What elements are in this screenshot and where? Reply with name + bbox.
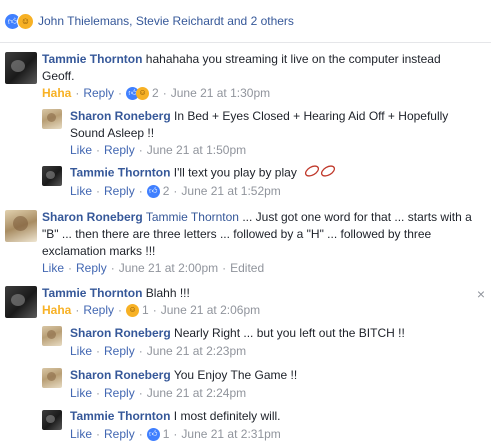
- like-icon[interactable]: 👍︎: [146, 427, 160, 441]
- reaction-count[interactable]: 1: [142, 303, 149, 317]
- avatar[interactable]: [42, 326, 62, 346]
- comment-body: Sharon Roneberg You Enjoy The Game !!: [70, 367, 470, 384]
- comment-body: Sharon Roneberg Tammie Thornton ... Just…: [42, 209, 482, 260]
- haha-icon[interactable]: ☺: [136, 86, 150, 100]
- separator: ·: [96, 344, 101, 358]
- like-button[interactable]: Like: [70, 344, 92, 358]
- comment-body: Tammie Thornton Blahh !!!: [42, 285, 462, 302]
- comment-actions: Like · Reply · June 21 at 2:23pm: [70, 344, 246, 358]
- timestamp[interactable]: June 21 at 1:30pm: [171, 86, 270, 100]
- separator: ·: [118, 303, 123, 317]
- haha-icon: ☺: [17, 12, 34, 30]
- reply-button[interactable]: Reply: [76, 261, 107, 275]
- avatar[interactable]: [42, 410, 62, 430]
- comment-author[interactable]: Tammie Thornton: [42, 286, 142, 300]
- comment-text: Blahh !!!: [145, 286, 190, 300]
- separator: ·: [96, 184, 101, 198]
- comment-body: Tammie Thornton I most definitely will.: [70, 408, 470, 425]
- separator: ·: [138, 143, 143, 157]
- separator: ·: [75, 86, 80, 100]
- comment-author[interactable]: Sharon Roneberg: [70, 326, 171, 340]
- comment-body: Sharon Roneberg Nearly Right ... but you…: [70, 325, 470, 342]
- separator: ·: [222, 261, 227, 275]
- timestamp[interactable]: June 21 at 1:52pm: [181, 184, 280, 198]
- comment-text: I most definitely will.: [173, 409, 281, 423]
- comment-actions: Like · Reply · June 21 at 2:00pm · Edite…: [42, 261, 264, 275]
- avatar[interactable]: [5, 286, 37, 318]
- comment-author[interactable]: Sharon Roneberg: [70, 109, 171, 123]
- reaction-icons: 👍︎ ☺: [4, 12, 34, 30]
- comment-author[interactable]: Tammie Thornton: [70, 409, 170, 423]
- reaction-count[interactable]: 2: [163, 184, 170, 198]
- separator: ·: [173, 427, 178, 441]
- reaction-count[interactable]: 1: [163, 427, 170, 441]
- comment-actions: Like · Reply · June 21 at 2:24pm: [70, 386, 246, 400]
- like-button[interactable]: Like: [42, 261, 64, 275]
- comment-text: Nearly Right ... but you left out the BI…: [174, 326, 405, 340]
- separator: ·: [138, 344, 143, 358]
- avatar[interactable]: [42, 166, 62, 186]
- like-button[interactable]: Like: [70, 386, 92, 400]
- reply-button[interactable]: Reply: [104, 184, 135, 198]
- timestamp[interactable]: June 21 at 1:50pm: [147, 143, 246, 157]
- separator: ·: [96, 386, 101, 400]
- separator: ·: [138, 386, 143, 400]
- comment-actions: Like · Reply · 👍︎ 2 · June 21 at 1:52pm: [70, 184, 281, 198]
- like-button[interactable]: Like: [70, 143, 92, 157]
- comment-author[interactable]: Tammie Thornton: [42, 52, 142, 66]
- comment-body: Tammie Thornton hahahaha you streaming i…: [42, 51, 472, 85]
- reply-button[interactable]: Reply: [104, 386, 135, 400]
- separator: ·: [138, 427, 143, 441]
- avatar[interactable]: [42, 109, 62, 129]
- reactors-link[interactable]: John Thielemans, Stevie Reichardt and 2 …: [38, 14, 294, 28]
- separator: ·: [152, 303, 157, 317]
- separator: ·: [173, 184, 178, 198]
- comment-actions: Haha · Reply · 👍︎ ☺ 2 · June 21 at 1:30p…: [42, 86, 270, 100]
- reply-button[interactable]: Reply: [104, 143, 135, 157]
- reaction-button[interactable]: Haha: [42, 86, 71, 100]
- timestamp[interactable]: June 21 at 2:31pm: [181, 427, 280, 441]
- football-icon: [304, 164, 336, 183]
- mention-link[interactable]: Tammie Thornton: [146, 210, 239, 224]
- separator: ·: [138, 184, 143, 198]
- comment-actions: Haha · Reply · ☺ 1 · June 21 at 2:06pm: [42, 303, 260, 317]
- close-icon[interactable]: ×: [477, 286, 485, 302]
- reply-button[interactable]: Reply: [104, 427, 135, 441]
- comment-actions: Like · Reply · June 21 at 1:50pm: [70, 143, 246, 157]
- reaction-button[interactable]: Haha: [42, 303, 71, 317]
- comment-body: Tammie Thornton I'll text you play by pl…: [70, 164, 470, 183]
- separator: ·: [110, 261, 115, 275]
- like-button[interactable]: Like: [70, 427, 92, 441]
- comment-author[interactable]: Sharon Roneberg: [70, 368, 171, 382]
- avatar[interactable]: [5, 52, 37, 84]
- reactions-summary[interactable]: 👍︎ ☺ John Thielemans, Stevie Reichardt a…: [0, 0, 491, 43]
- comment-author[interactable]: Tammie Thornton: [70, 166, 170, 180]
- avatar[interactable]: [5, 210, 37, 242]
- separator: ·: [118, 86, 123, 100]
- comment-text: I'll text you play by play: [173, 165, 297, 180]
- comment-text: You Enjoy The Game !!: [173, 368, 298, 382]
- separator: ·: [96, 427, 101, 441]
- comment-author[interactable]: Sharon Roneberg: [42, 210, 143, 224]
- separator: ·: [162, 86, 167, 100]
- separator: ·: [68, 261, 73, 275]
- separator: ·: [96, 143, 101, 157]
- reply-button[interactable]: Reply: [104, 344, 135, 358]
- separator: ·: [75, 303, 80, 317]
- like-icon[interactable]: 👍︎: [146, 184, 160, 198]
- reply-button[interactable]: Reply: [83, 86, 114, 100]
- timestamp[interactable]: June 21 at 2:24pm: [147, 386, 246, 400]
- haha-icon[interactable]: ☺: [126, 303, 140, 317]
- timestamp[interactable]: June 21 at 2:06pm: [161, 303, 260, 317]
- avatar[interactable]: [42, 368, 62, 388]
- comment-actions: Like · Reply · 👍︎ 1 · June 21 at 2:31pm: [70, 427, 281, 441]
- comment-body: Sharon Roneberg In Bed + Eyes Closed + H…: [70, 108, 470, 142]
- edited-label[interactable]: Edited: [230, 261, 264, 275]
- reaction-count[interactable]: 2: [152, 86, 159, 100]
- timestamp[interactable]: June 21 at 2:23pm: [147, 344, 246, 358]
- reply-button[interactable]: Reply: [83, 303, 114, 317]
- timestamp[interactable]: June 21 at 2:00pm: [119, 261, 218, 275]
- like-button[interactable]: Like: [70, 184, 92, 198]
